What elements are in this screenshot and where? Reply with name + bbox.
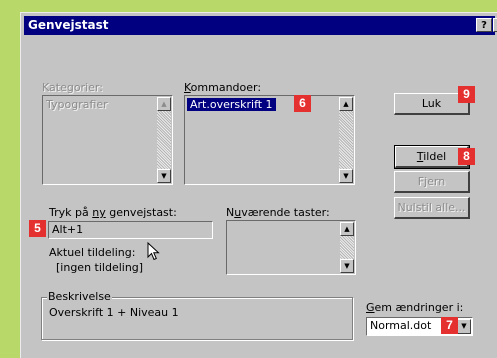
scroll-up-icon[interactable]: ▲: [340, 222, 354, 236]
scroll-down-icon[interactable]: ▼: [339, 169, 353, 183]
categories-list: Typografier ▲ ▼: [42, 95, 173, 185]
dialog-title: Genvejstast: [28, 18, 109, 32]
remove-button[interactable]: Fjern: [394, 171, 470, 193]
close-window-button[interactable]: ×: [493, 18, 497, 32]
page-background-margin: [0, 0, 20, 358]
callout-badge-save-in: 7: [441, 317, 458, 334]
description-legend: Beskrivelse: [47, 290, 112, 303]
categories-label: Kategorier:: [42, 81, 103, 94]
categories-item: Typografier: [46, 98, 108, 111]
mouse-pointer-icon: [147, 242, 160, 261]
new-shortcut-input[interactable]: Alt+1: [48, 221, 213, 239]
callout-badge-shortcut: 5: [29, 220, 46, 237]
scroll-down-icon[interactable]: ▼: [340, 259, 354, 273]
save-in-value: Normal.dot: [370, 319, 432, 332]
categories-scrollbar: ▲ ▼: [157, 97, 171, 183]
new-shortcut-label: Tryk på ny genvejstast:: [49, 206, 177, 219]
callout-badge-close: 9: [458, 86, 475, 103]
scroll-up-icon: ▲: [157, 97, 171, 111]
scroll-up-icon[interactable]: ▲: [339, 97, 353, 111]
callout-badge-commands: 6: [294, 95, 311, 112]
commands-label: Kommandoer:: [184, 81, 262, 94]
chevron-down-icon[interactable]: ▼: [457, 319, 471, 334]
commands-item-selected[interactable]: Art.overskrift 1: [187, 98, 276, 111]
description-text: Overskrift 1 + Niveau 1: [49, 306, 179, 319]
page-background-strip: [0, 0, 497, 12]
current-keys-label: Nuværende taster:: [226, 206, 330, 219]
shortcut-dialog: Genvejstast ? × Kategorier: Typografier …: [20, 12, 497, 358]
title-bar: Genvejstast ? ×: [24, 16, 497, 35]
commands-list[interactable]: Art.overskrift 1 ▲ ▼: [184, 95, 355, 185]
current-assignment-label: Aktuel tildeling:: [49, 246, 136, 259]
callout-badge-assign: 8: [458, 148, 475, 165]
scroll-down-icon: ▼: [157, 169, 171, 183]
commands-scrollbar[interactable]: ▲ ▼: [339, 97, 353, 183]
reset-all-button[interactable]: Nulstil alle...: [394, 197, 470, 219]
save-in-label: Gem ændringer i:: [366, 301, 464, 314]
current-keys-scrollbar[interactable]: ▲ ▼: [340, 222, 354, 273]
question-icon: ?: [481, 20, 487, 31]
current-keys-list[interactable]: ▲ ▼: [226, 220, 356, 275]
help-button[interactable]: ?: [476, 18, 492, 32]
current-assignment-value: [ingen tildeling]: [56, 261, 144, 274]
